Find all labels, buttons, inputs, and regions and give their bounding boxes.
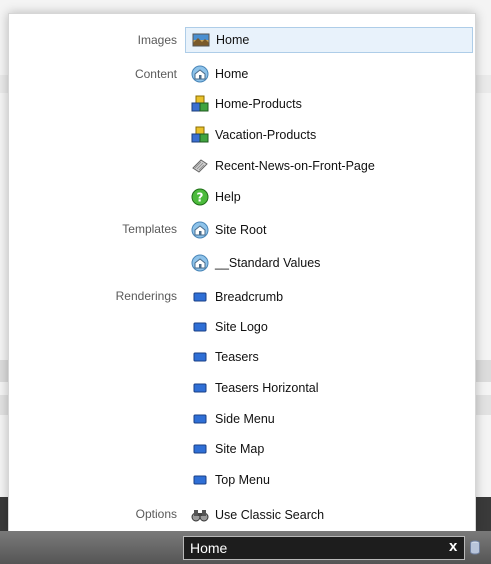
- result-item-content-home[interactable]: Home: [185, 61, 473, 87]
- result-item-label: Teasers Horizontal: [215, 381, 319, 395]
- category-templates-label: Templates: [122, 222, 177, 236]
- result-item-vacation-products[interactable]: Vacation-Products: [185, 122, 473, 148]
- database-icon[interactable]: [470, 540, 480, 555]
- result-item-label: Site Logo: [215, 320, 268, 334]
- category-content-label: Content: [134, 67, 177, 81]
- rendering-icon: [191, 348, 209, 366]
- result-item-site-root[interactable]: Site Root: [185, 217, 473, 243]
- result-item-label: Breadcrumb: [215, 290, 284, 304]
- rendering-icon: [191, 410, 209, 428]
- binoculars-icon: [191, 506, 209, 524]
- rendering-icon: [191, 379, 209, 397]
- result-item-label: Recent-News-on-Front-Page: [215, 159, 375, 173]
- result-item-help[interactable]: ? Help: [185, 184, 473, 210]
- result-item-site-map[interactable]: Site Map: [185, 436, 473, 462]
- result-item-label: Top Menu: [215, 473, 270, 487]
- category-images-label: Images: [137, 33, 177, 47]
- result-item-label: Site Root: [215, 223, 267, 237]
- products-icon: [191, 126, 209, 144]
- rendering-icon: [191, 288, 209, 306]
- result-item-label: Vacation-Products: [215, 128, 317, 142]
- rendering-icon: [191, 318, 209, 336]
- news-icon: [191, 157, 209, 175]
- result-item-top-menu[interactable]: Top Menu: [185, 467, 473, 493]
- search-results-popup: Images Home Content Home Home-Products V…: [8, 13, 476, 532]
- result-item-use-classic-search[interactable]: Use Classic Search: [185, 502, 473, 528]
- result-item-label: __Standard Values: [215, 256, 321, 270]
- clear-search-button[interactable]: x: [449, 538, 457, 555]
- result-item-label: Site Map: [215, 442, 265, 456]
- result-item-home-products[interactable]: Home-Products: [185, 91, 473, 117]
- result-item-recent-news[interactable]: Recent-News-on-Front-Page: [185, 153, 473, 179]
- result-item-teasers[interactable]: Teasers: [185, 344, 473, 370]
- result-item-label: Teasers: [215, 350, 259, 364]
- result-item-standard-values[interactable]: __Standard Values: [185, 250, 473, 276]
- rendering-icon: [191, 471, 209, 489]
- help-icon: ?: [191, 188, 209, 206]
- result-item-site-logo[interactable]: Site Logo: [185, 314, 473, 340]
- result-item-label: Home: [215, 67, 249, 81]
- result-item-label: Use Classic Search: [215, 508, 325, 522]
- result-item-teasers-horizontal[interactable]: Teasers Horizontal: [185, 375, 473, 401]
- rendering-icon: [191, 440, 209, 458]
- result-item-label: Side Menu: [215, 412, 275, 426]
- products-icon: [191, 95, 209, 113]
- search-input[interactable]: [183, 536, 465, 560]
- svg-text:?: ?: [197, 191, 204, 205]
- result-item-label: Home-Products: [215, 97, 302, 111]
- result-item-image-home[interactable]: Home: [185, 27, 473, 53]
- category-renderings-label: Renderings: [115, 289, 177, 303]
- home-icon: [191, 254, 209, 272]
- image-icon: [192, 31, 210, 49]
- result-item-label: Help: [215, 190, 241, 204]
- result-item-label: Home: [216, 33, 250, 47]
- category-options-label: Options: [135, 507, 177, 521]
- home-icon: [191, 221, 209, 239]
- result-item-side-menu[interactable]: Side Menu: [185, 406, 473, 432]
- home-icon: [191, 65, 209, 83]
- result-item-breadcrumb[interactable]: Breadcrumb: [185, 284, 473, 310]
